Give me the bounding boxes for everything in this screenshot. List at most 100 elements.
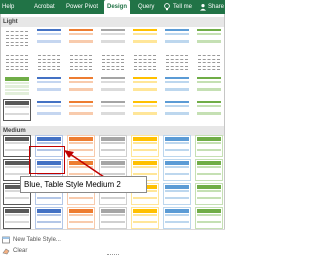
style-preview-band <box>69 40 93 43</box>
style-preview-header <box>5 209 29 213</box>
table-style-none[interactable] <box>4 28 30 48</box>
style-preview-row <box>102 55 124 56</box>
table-style-medium[interactable] <box>67 207 95 229</box>
style-preview-row <box>198 62 220 63</box>
style-preview-band <box>197 108 221 111</box>
table-style-light[interactable] <box>36 28 62 48</box>
table-style-light[interactable] <box>196 76 222 96</box>
style-preview-row <box>70 69 92 70</box>
table-style-medium[interactable] <box>195 207 223 229</box>
table-style-light[interactable] <box>164 76 190 96</box>
style-preview-header <box>101 137 125 141</box>
table-style-light[interactable] <box>100 100 126 120</box>
table-style-medium[interactable] <box>35 207 63 229</box>
style-preview-band <box>165 200 189 203</box>
table-style-medium[interactable] <box>195 183 223 205</box>
tab-help[interactable]: Help <box>2 0 14 14</box>
tab-acrobat[interactable]: Acrobat <box>34 0 55 14</box>
style-preview-header <box>197 29 221 31</box>
table-style-light[interactable] <box>100 52 126 72</box>
table-style-light[interactable] <box>196 28 222 48</box>
table-style-medium[interactable] <box>3 135 31 157</box>
table-style-medium-2[interactable] <box>35 135 63 157</box>
table-style-light[interactable] <box>3 99 31 121</box>
style-preview-band <box>5 196 29 200</box>
table-style-medium[interactable] <box>99 207 127 229</box>
style-preview-band <box>165 214 189 217</box>
style-preview-row <box>6 65 28 67</box>
table-style-light[interactable] <box>196 52 222 72</box>
style-preview-header <box>197 101 221 103</box>
table-style-medium[interactable] <box>3 207 31 229</box>
style-preview-band <box>133 112 157 115</box>
gallery-footer: New Table Style... Clear <box>0 229 225 257</box>
style-preview-band <box>69 200 93 203</box>
table-style-gallery: Light Medium <box>0 14 225 229</box>
style-preview-band <box>5 116 29 119</box>
tab-query[interactable]: Query <box>138 0 154 14</box>
style-preview-band <box>165 84 189 87</box>
table-style-medium[interactable] <box>163 183 191 205</box>
style-preview-band <box>133 108 157 111</box>
style-preview-band <box>165 81 189 84</box>
tell-me-box[interactable]: Tell me <box>173 0 192 14</box>
style-preview-band <box>37 142 61 145</box>
table-style-light[interactable] <box>100 76 126 96</box>
table-style-light[interactable] <box>4 52 30 72</box>
style-preview-header <box>165 185 189 189</box>
clear-button[interactable]: Clear <box>2 245 122 257</box>
style-preview-band <box>5 106 29 109</box>
style-preview-band <box>5 142 29 145</box>
table-style-light[interactable] <box>164 52 190 72</box>
table-style-light[interactable] <box>164 28 190 48</box>
table-style-light[interactable] <box>36 100 62 120</box>
table-style-light[interactable] <box>100 28 126 48</box>
eraser-icon <box>2 248 10 255</box>
share-button[interactable]: Share <box>208 0 224 14</box>
table-style-medium[interactable] <box>131 135 159 157</box>
style-preview-row <box>6 45 28 46</box>
table-style-light[interactable] <box>68 76 94 96</box>
style-preview-band <box>101 220 125 224</box>
style-preview-header <box>37 161 61 165</box>
style-preview-header <box>165 29 189 31</box>
style-preview-row <box>198 65 220 67</box>
table-style-medium[interactable] <box>163 159 191 181</box>
style-preview-band <box>101 43 125 47</box>
style-preview-row <box>102 69 124 70</box>
style-preview-band <box>69 193 93 196</box>
table-style-light[interactable] <box>36 76 62 96</box>
table-style-light[interactable] <box>132 76 158 96</box>
table-style-medium[interactable] <box>195 135 223 157</box>
style-preview-band <box>133 152 157 155</box>
table-style-medium[interactable] <box>163 207 191 229</box>
table-style-light[interactable] <box>132 100 158 120</box>
style-preview-band <box>197 152 221 155</box>
style-preview-header <box>165 209 189 213</box>
style-preview-row <box>70 55 92 56</box>
table-style-medium[interactable] <box>163 135 191 157</box>
table-style-light[interactable] <box>68 28 94 48</box>
table-style-light[interactable] <box>132 52 158 72</box>
style-preview-band <box>197 112 221 115</box>
table-style-medium[interactable] <box>195 159 223 181</box>
style-preview-band <box>69 88 93 91</box>
table-style-light[interactable] <box>68 100 94 120</box>
style-preview-row <box>6 58 28 60</box>
table-style-light[interactable] <box>68 52 94 72</box>
table-style-medium[interactable] <box>131 207 159 229</box>
style-preview-band <box>69 115 93 119</box>
tab-design[interactable]: Design <box>104 0 130 14</box>
table-style-light[interactable] <box>196 100 222 120</box>
tab-power-pivot[interactable]: Power Pivot <box>66 0 98 14</box>
table-style-light[interactable] <box>36 52 62 72</box>
style-preview-band <box>165 115 189 119</box>
table-style-light[interactable] <box>132 28 158 48</box>
style-preview-band <box>165 166 189 169</box>
table-style-light[interactable] <box>4 76 30 96</box>
style-preview-band <box>37 145 61 148</box>
style-preview-row <box>38 69 60 70</box>
style-preview-band <box>165 112 189 115</box>
style-preview-row <box>134 58 156 60</box>
table-style-light[interactable] <box>164 100 190 120</box>
